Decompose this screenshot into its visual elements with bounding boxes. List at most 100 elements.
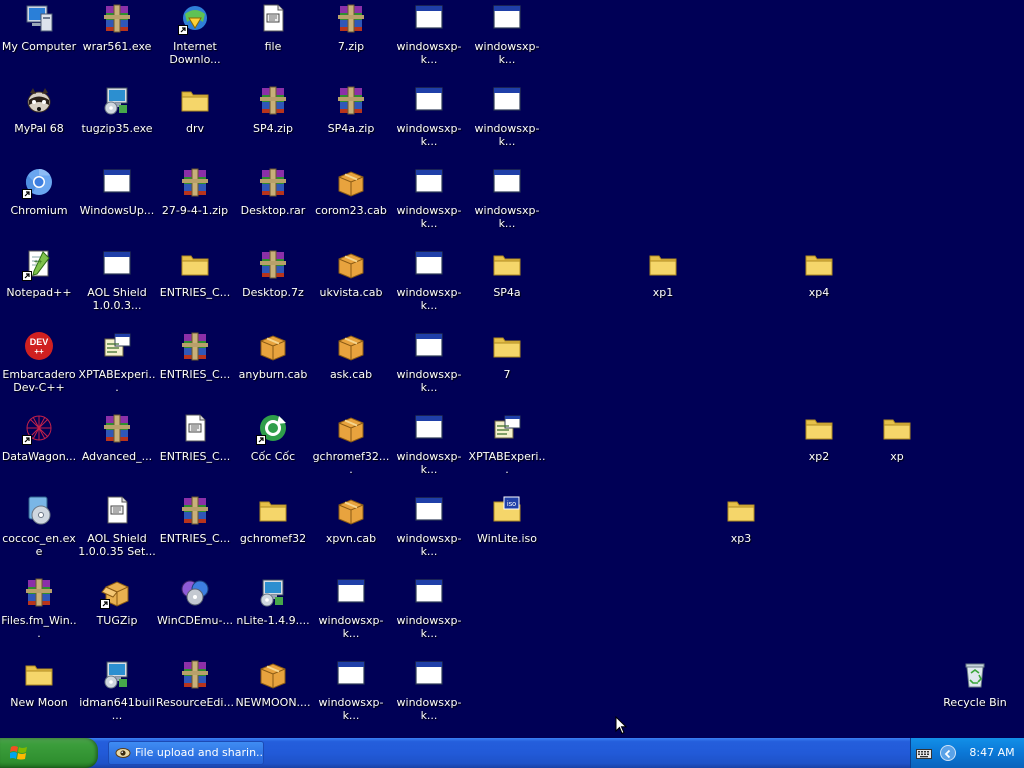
installer-icon bbox=[257, 576, 289, 608]
desktop-icon-notepad[interactable]: ++ Notepad++ bbox=[0, 248, 78, 299]
desktop-icon-aol-shield-1-0-0-35-set[interactable]: AOL Shield 1.0.0.35 Set... bbox=[78, 494, 156, 558]
desktop-icon-sp4a-zip[interactable]: SP4a.zip bbox=[312, 84, 390, 135]
desktop-icon-xp1[interactable]: xp1 bbox=[624, 248, 702, 299]
desktop[interactable]: My Computer MyPal 68 Chromium ++ Notepad++ DE… bbox=[0, 0, 1024, 738]
desktop-icon-label: xpvn.cab bbox=[325, 532, 377, 545]
folder-icon bbox=[803, 412, 835, 444]
desktop-icon-windowsxp-k[interactable]: windowsxp-k... bbox=[390, 84, 468, 148]
chromium-icon bbox=[22, 166, 55, 199]
desktop-icon-gchromef32[interactable]: gchromef32.... bbox=[312, 412, 390, 476]
desktop-icon-windowsxp-k[interactable]: windowsxp-k... bbox=[312, 658, 390, 722]
desktop-icon-windowsxp-k[interactable]: windowsxp-k... bbox=[390, 494, 468, 558]
desktop-icon-label: ResourceEdi... bbox=[156, 696, 234, 709]
desktop-icon-wincdemu[interactable]: WinCDEmu-... bbox=[156, 576, 234, 627]
desktop-icon-anyburn-cab[interactable]: anyburn.cab bbox=[234, 330, 312, 381]
taskbar: File upload and sharin... 8:47 AM bbox=[0, 738, 1024, 768]
desktop-icon-7[interactable]: 7 bbox=[468, 330, 546, 381]
desktop-icon-label: 7 bbox=[503, 368, 511, 381]
cab-archive-icon bbox=[335, 494, 367, 526]
desktop-icon-desktop-7z[interactable]: Desktop.7z bbox=[234, 248, 312, 299]
desktop-icon-label: gchromef32 bbox=[239, 532, 307, 545]
desktop-icon-ukvista-cab[interactable]: ukvista.cab bbox=[312, 248, 390, 299]
desktop-icon-entries-c[interactable]: ENTRIES_C... bbox=[156, 494, 234, 545]
taskbar-window-button[interactable]: File upload and sharin... bbox=[108, 741, 264, 765]
desktop-icon-resourceedi[interactable]: ResourceEdi... bbox=[156, 658, 234, 709]
desktop-icon-coccoc-en-exe[interactable]: coccoc_en.exe bbox=[0, 494, 78, 558]
desktop-icon-mypal-68[interactable]: MyPal 68 bbox=[0, 84, 78, 135]
desktop-icon-wrar561-exe[interactable]: wrar561.exe bbox=[78, 2, 156, 53]
desktop-icon-label: windowsxp-k... bbox=[318, 696, 384, 722]
tray-expand-icon[interactable] bbox=[940, 745, 956, 761]
desktop-icon-windowsxp-k[interactable]: windowsxp-k... bbox=[390, 412, 468, 476]
desktop-icon-windowsxp-k[interactable]: windowsxp-k... bbox=[468, 2, 546, 66]
desktop-icon-xp2[interactable]: xp2 bbox=[780, 412, 858, 463]
shortcut-arrow-icon bbox=[100, 599, 110, 609]
desktop-icon-xp4[interactable]: xp4 bbox=[780, 248, 858, 299]
desktop-icon-tugzip35-exe[interactable]: tugzip35.exe bbox=[78, 84, 156, 135]
desktop-icon-xptabexperi[interactable]: XPTABExperi... bbox=[468, 412, 546, 476]
desktop-icon-xptabexperi[interactable]: XPTABExperi... bbox=[78, 330, 156, 394]
desktop-icon-recycle-bin[interactable]: Recycle Bin bbox=[936, 658, 1014, 709]
desktop-icon-label: AOL Shield 1.0.0.35 Set... bbox=[78, 532, 156, 558]
desktop-icon-newmoon[interactable]: NEWMOON.... bbox=[234, 658, 312, 709]
desktop-icon-corom23-cab[interactable]: corom23.cab bbox=[312, 166, 390, 217]
desktop-icon-sp4a[interactable]: SP4a bbox=[468, 248, 546, 299]
keyboard-icon[interactable] bbox=[916, 746, 932, 760]
svg-text:++: ++ bbox=[34, 347, 44, 356]
desktop-icon-windowsxp-k[interactable]: windowsxp-k... bbox=[468, 84, 546, 148]
rar-archive-icon bbox=[257, 166, 289, 198]
desktop-icon-xp3[interactable]: xp3 bbox=[702, 494, 780, 545]
text-file-icon bbox=[257, 2, 289, 34]
desktop-icon-new-moon[interactable]: New Moon bbox=[0, 658, 78, 709]
desktop-icon-xpvn-cab[interactable]: xpvn.cab bbox=[312, 494, 390, 545]
desktop-icon-label: XPTABExperi... bbox=[468, 450, 546, 476]
desktop-icon-xp[interactable]: xp bbox=[858, 412, 936, 463]
desktop-icon-advanced[interactable]: Advanced_... bbox=[78, 412, 156, 463]
desktop-icon-my-computer[interactable]: My Computer bbox=[0, 2, 78, 53]
desktop-icon-label: wrar561.exe bbox=[82, 40, 152, 53]
desktop-icon-chromium[interactable]: Chromium bbox=[0, 166, 78, 217]
desktop-icon-c-c-c-c[interactable]: Cốc Cốc bbox=[234, 412, 312, 463]
desktop-icon-7-zip[interactable]: 7.zip bbox=[312, 2, 390, 53]
desktop-icon-aol-shield-1-0-0-3[interactable]: AOL Shield 1.0.0.3... bbox=[78, 248, 156, 312]
desktop-icon-label: xp4 bbox=[808, 286, 830, 299]
start-button[interactable] bbox=[0, 738, 98, 768]
desktop-icon-label: windowsxp-k... bbox=[396, 122, 462, 148]
desktop-icon-ask-cab[interactable]: ask.cab bbox=[312, 330, 390, 381]
desktop-icon-datawagon[interactable]: DataWagon... bbox=[0, 412, 78, 463]
cab-archive-icon bbox=[335, 330, 367, 362]
desktop-icon-drv[interactable]: drv bbox=[156, 84, 234, 135]
desktop-icon-winlite-iso[interactable]: iso WinLite.iso bbox=[468, 494, 546, 545]
desktop-icon-embarcadero-dev-c[interactable]: DEV ++ Embarcadero Dev-C++ bbox=[0, 330, 78, 394]
desktop-icon-entries-c[interactable]: ENTRIES_C... bbox=[156, 248, 234, 299]
desktop-icon-desktop-rar[interactable]: Desktop.rar bbox=[234, 166, 312, 217]
desktop-icon-file[interactable]: file bbox=[234, 2, 312, 53]
computer-icon bbox=[23, 2, 55, 34]
cab-archive-icon bbox=[335, 412, 367, 444]
desktop-icon-label: ukvista.cab bbox=[319, 286, 383, 299]
desktop-icon-idman641buil[interactable]: idman641buil... bbox=[78, 658, 156, 722]
desktop-icon-nlite-1-4-9[interactable]: nLite-1.4.9.... bbox=[234, 576, 312, 627]
desktop-icon-gchromef32[interactable]: gchromef32 bbox=[234, 494, 312, 545]
desktop-icon-windowsxp-k[interactable]: windowsxp-k... bbox=[312, 576, 390, 640]
desktop-icon-windowsxp-k[interactable]: windowsxp-k... bbox=[468, 166, 546, 230]
desktop-icon-tugzip[interactable]: TUGZip bbox=[78, 576, 156, 627]
desktop-icon-windowsup[interactable]: WindowsUp... bbox=[78, 166, 156, 217]
tray-clock[interactable]: 8:47 AM bbox=[963, 738, 1021, 768]
desktop-icon-windowsxp-k[interactable]: windowsxp-k... bbox=[390, 166, 468, 230]
desktop-icon-windowsxp-k[interactable]: windowsxp-k... bbox=[390, 2, 468, 66]
desktop-icon-windowsxp-k[interactable]: windowsxp-k... bbox=[390, 576, 468, 640]
desktop-icon-entries-c[interactable]: ENTRIES_C... bbox=[156, 330, 234, 381]
desktop-icon-27-9-4-1-zip[interactable]: 27-9-4-1.zip bbox=[156, 166, 234, 217]
desktop-icon-windowsxp-k[interactable]: windowsxp-k... bbox=[390, 330, 468, 394]
windows-flag-icon bbox=[9, 745, 28, 761]
desktop-icon-windowsxp-k[interactable]: windowsxp-k... bbox=[390, 658, 468, 722]
desktop-icon-entries-c[interactable]: ENTRIES_C... bbox=[156, 412, 234, 463]
shortcut-arrow-icon bbox=[178, 25, 188, 35]
desktop-icon-label: xp3 bbox=[730, 532, 752, 545]
desktop-icon-files-fm-win[interactable]: Files.fm_Win... bbox=[0, 576, 78, 640]
desktop-icon-sp4-zip[interactable]: SP4.zip bbox=[234, 84, 312, 135]
desktop-icon-label: windowsxp-k... bbox=[396, 368, 462, 394]
desktop-icon-internet-downlo[interactable]: Internet Downlo... bbox=[156, 2, 234, 66]
desktop-icon-windowsxp-k[interactable]: windowsxp-k... bbox=[390, 248, 468, 312]
